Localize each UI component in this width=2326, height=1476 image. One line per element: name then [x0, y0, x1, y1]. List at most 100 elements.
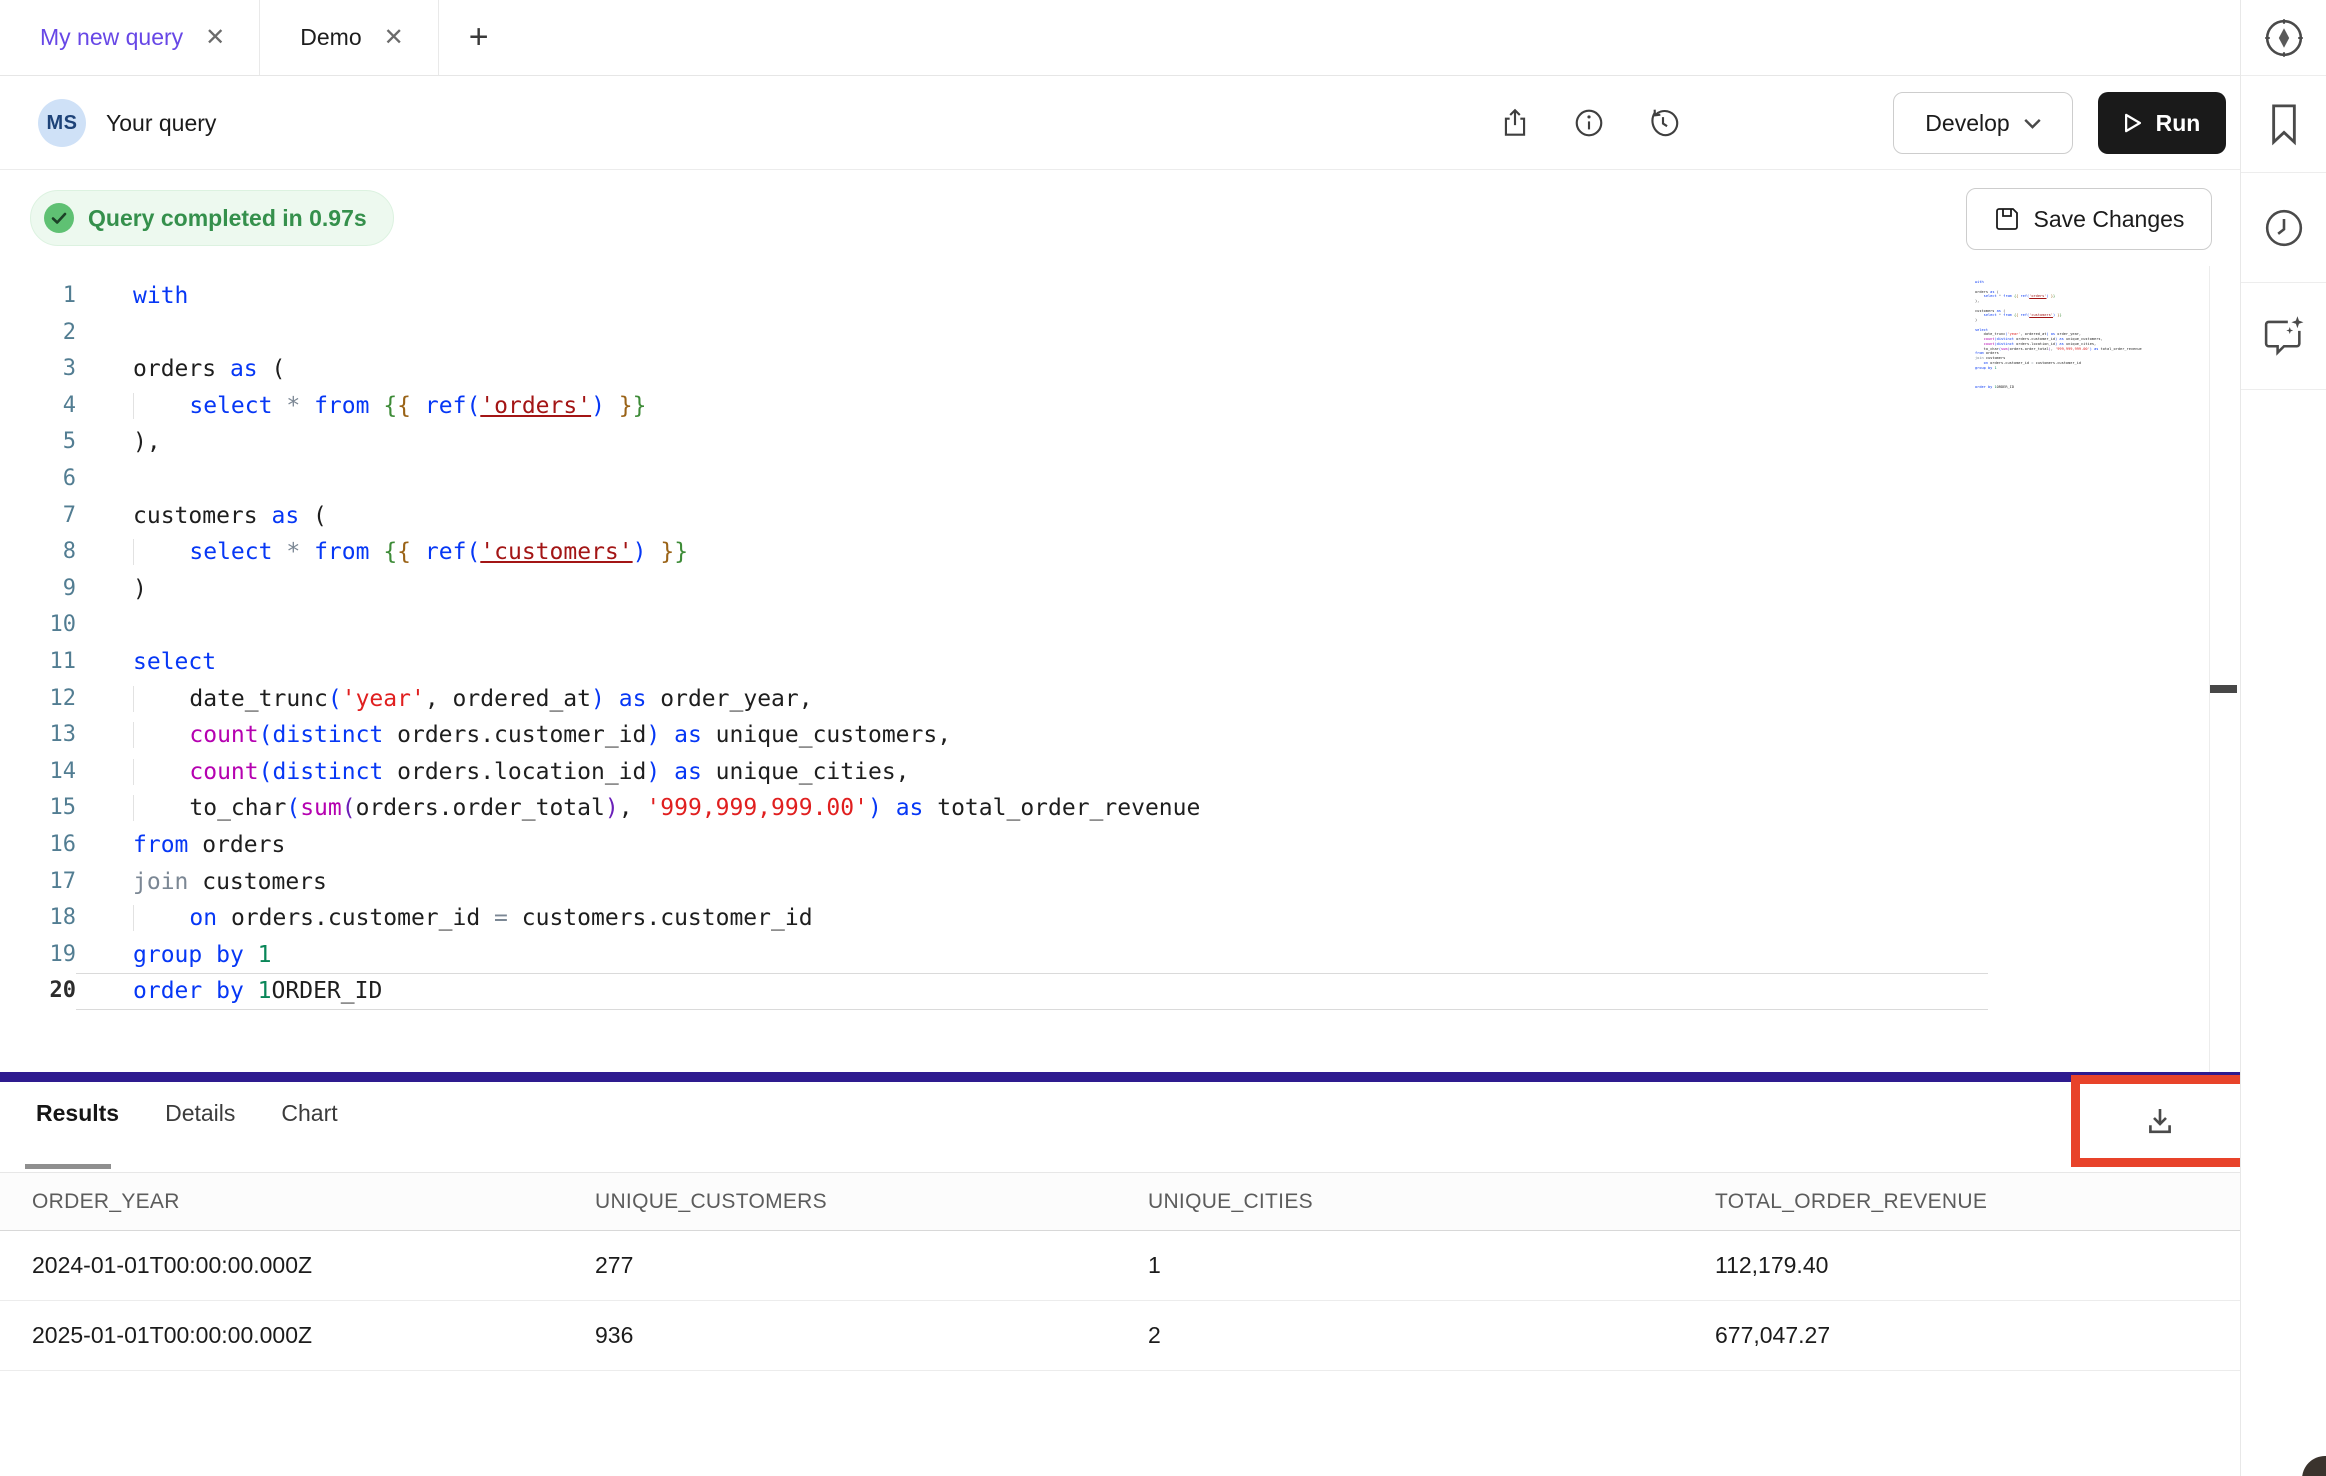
code-line-15[interactable]: 15 to_char(sum(orders.order_total), '999…	[0, 790, 1988, 827]
line-content: with	[76, 278, 1988, 315]
run-button[interactable]: Run	[2098, 92, 2226, 154]
code-line-18[interactable]: 18 on orders.customer_id = customers.cus…	[0, 900, 1988, 937]
bookmark-icon[interactable]	[2241, 76, 2326, 173]
line-number: 8	[0, 534, 76, 571]
code-line-20[interactable]: 20order by 1ORDER_ID	[0, 973, 1988, 1010]
line-content: )	[76, 571, 1988, 608]
avatar: MS	[38, 99, 86, 147]
code-line-17[interactable]: 17join customers	[0, 864, 1988, 901]
table-cell: 677,047.27	[1715, 1301, 1830, 1370]
tab-label: My new query	[40, 24, 183, 51]
line-number: 18	[0, 900, 76, 937]
line-content: customers as (	[76, 498, 1988, 535]
line-content: on orders.customer_id = customers.custom…	[76, 900, 1988, 937]
table-cell: 1	[1148, 1231, 1161, 1300]
results-tab-chart[interactable]: Chart	[281, 1100, 337, 1135]
chevron-down-icon	[2024, 118, 2041, 129]
code-line-12[interactable]: 12 date_trunc('year', ordered_at) as ord…	[0, 681, 1988, 718]
chat-sparkles-icon[interactable]	[2241, 283, 2326, 390]
query-header: MS Your query	[0, 76, 2240, 170]
code-line-3[interactable]: 3orders as (	[0, 351, 1988, 388]
line-content	[76, 607, 1988, 644]
line-content: to_char(sum(orders.order_total), '999,99…	[76, 790, 1988, 827]
line-content: select * from {{ ref('customers') }}	[76, 534, 1988, 571]
line-number: 17	[0, 864, 76, 901]
code-line-16[interactable]: 16from orders	[0, 827, 1988, 864]
code-line-8[interactable]: 8 select * from {{ ref('customers') }}	[0, 534, 1988, 571]
download-results-button[interactable]	[2142, 1103, 2178, 1139]
line-number: 13	[0, 717, 76, 754]
results-tab-bar: Results Details Chart	[36, 1100, 338, 1135]
editor-minimap[interactable]: with orders as ( select * from {{ ref('o…	[1975, 280, 2205, 375]
tab-close-icon[interactable]: ✕	[384, 26, 404, 50]
query-tab-demo[interactable]: Demo ✕	[260, 0, 438, 75]
info-icon[interactable]	[1572, 106, 1606, 140]
line-number: 5	[0, 424, 76, 461]
share-icon[interactable]	[1498, 106, 1532, 140]
code-line-11[interactable]: 11select	[0, 644, 1988, 681]
line-content: count(distinct orders.customer_id) as un…	[76, 717, 1988, 754]
code-line-5[interactable]: 5),	[0, 424, 1988, 461]
code-line-4[interactable]: 4 select * from {{ ref('orders') }}	[0, 388, 1988, 425]
line-content: count(distinct orders.location_id) as un…	[76, 754, 1988, 791]
code-area[interactable]: 1with2 3orders as (4 select * from {{ re…	[0, 278, 1988, 1010]
line-content	[76, 315, 1988, 352]
panel-resize-handle[interactable]	[0, 1072, 2240, 1082]
tab-label: Demo	[300, 24, 361, 51]
query-status-text: Query completed in 0.97s	[88, 205, 367, 232]
download-highlight-box	[2071, 1075, 2249, 1167]
line-number: 10	[0, 607, 76, 644]
code-line-2[interactable]: 2	[0, 315, 1988, 352]
column-header-total_order_revenue: TOTAL_ORDER_REVENUE	[1715, 1173, 1987, 1230]
code-line-1[interactable]: 1with	[0, 278, 1988, 315]
play-icon	[2124, 113, 2142, 133]
query-status-badge: Query completed in 0.97s	[30, 190, 394, 246]
code-line-13[interactable]: 13 count(distinct orders.customer_id) as…	[0, 717, 1988, 754]
sql-code-editor[interactable]: 1with2 3orders as (4 select * from {{ re…	[0, 266, 2240, 1072]
right-sidebar	[2240, 0, 2326, 1476]
code-line-14[interactable]: 14 count(distinct orders.location_id) as…	[0, 754, 1988, 791]
table-row: 2024-01-01T00:00:00.000Z2771112,179.40	[0, 1231, 2240, 1301]
active-tab-indicator	[25, 1164, 111, 1169]
page-title: Your query	[106, 76, 216, 170]
line-content	[76, 461, 1988, 498]
editor-scrollbar-track	[2209, 266, 2210, 1072]
column-header-unique_cities: UNIQUE_CITIES	[1148, 1173, 1313, 1230]
compass-icon[interactable]	[2241, 0, 2326, 76]
code-line-10[interactable]: 10	[0, 607, 1988, 644]
code-line-19[interactable]: 19group by 1	[0, 937, 1988, 974]
table-cell: 112,179.40	[1715, 1231, 1828, 1300]
query-tab-my-new-query[interactable]: My new query ✕	[0, 0, 260, 75]
results-table-header: ORDER_YEARUNIQUE_CUSTOMERSUNIQUE_CITIEST…	[0, 1173, 2240, 1231]
line-content: order by 1ORDER_ID	[76, 973, 1988, 1010]
line-number: 15	[0, 790, 76, 827]
results-tab-results[interactable]: Results	[36, 1100, 119, 1135]
query-editor-window: My new query ✕ Demo ✕ + MS Your query	[0, 0, 2326, 1476]
line-number: 1	[0, 278, 76, 315]
line-number: 11	[0, 644, 76, 681]
line-content: orders as (	[76, 351, 1988, 388]
develop-label: Develop	[1925, 110, 2009, 137]
history-clock-icon[interactable]	[2241, 173, 2326, 283]
line-content: group by 1	[76, 937, 1988, 974]
line-number: 3	[0, 351, 76, 388]
line-content: ),	[76, 424, 1988, 461]
table-cell: 277	[595, 1231, 633, 1300]
query-history-icon[interactable]	[1646, 106, 1680, 140]
query-tab-bar: My new query ✕ Demo ✕ +	[0, 0, 2240, 76]
code-line-6[interactable]: 6	[0, 461, 1988, 498]
save-icon	[1994, 206, 2020, 232]
line-number: 9	[0, 571, 76, 608]
save-changes-button[interactable]: Save Changes	[1966, 188, 2212, 250]
develop-dropdown[interactable]: Develop	[1893, 92, 2073, 154]
results-tab-details[interactable]: Details	[165, 1100, 235, 1135]
code-line-7[interactable]: 7customers as (	[0, 498, 1988, 535]
tab-close-icon[interactable]: ✕	[205, 26, 225, 50]
success-check-icon	[43, 202, 75, 234]
code-line-9[interactable]: 9)	[0, 571, 1988, 608]
line-content: select * from {{ ref('orders') }}	[76, 388, 1988, 425]
new-tab-button[interactable]: +	[439, 0, 519, 75]
table-cell: 2	[1148, 1301, 1161, 1370]
editor-scrollbar-handle[interactable]	[2210, 685, 2237, 693]
code-line-20[interactable]: order by 1ORDER_ID	[1975, 370, 2205, 375]
